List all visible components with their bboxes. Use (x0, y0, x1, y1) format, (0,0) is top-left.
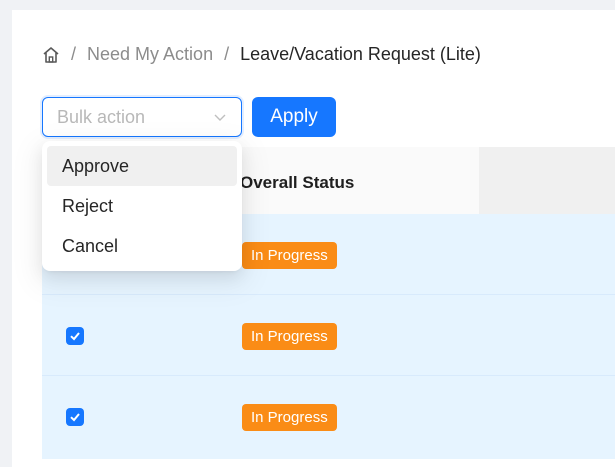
bulk-action-placeholder: Bulk action (57, 106, 146, 127)
chevron-down-icon (213, 110, 227, 124)
bulk-action-select[interactable]: Bulk action (42, 97, 242, 137)
breadcrumb: / Need My Action / Leave/Vacation Reques… (42, 44, 481, 65)
table-row[interactable]: In Progress (42, 295, 615, 376)
breadcrumb-need-my-action[interactable]: Need My Action (87, 44, 213, 65)
option-approve[interactable]: Approve (47, 146, 237, 186)
row-checkbox[interactable] (66, 327, 84, 345)
checkmark-icon (70, 332, 80, 341)
option-reject[interactable]: Reject (47, 186, 237, 226)
header-next-column (479, 147, 615, 214)
breadcrumb-separator: / (224, 44, 230, 64)
option-cancel[interactable]: Cancel (47, 226, 237, 266)
status-badge: In Progress (242, 242, 337, 269)
column-header-overall-status[interactable]: Overall Status (240, 173, 354, 193)
home-icon[interactable] (42, 46, 60, 64)
checkmark-icon (70, 413, 80, 422)
apply-button[interactable]: Apply (252, 97, 336, 137)
status-badge: In Progress (242, 404, 337, 431)
row-checkbox[interactable] (66, 408, 84, 426)
bulk-action-dropdown: Approve Reject Cancel (42, 141, 242, 271)
breadcrumb-current-page: Leave/Vacation Request (Lite) (240, 44, 481, 64)
status-badge: In Progress (242, 323, 337, 350)
table-row[interactable]: In Progress (42, 376, 615, 459)
breadcrumb-separator: / (71, 44, 77, 64)
